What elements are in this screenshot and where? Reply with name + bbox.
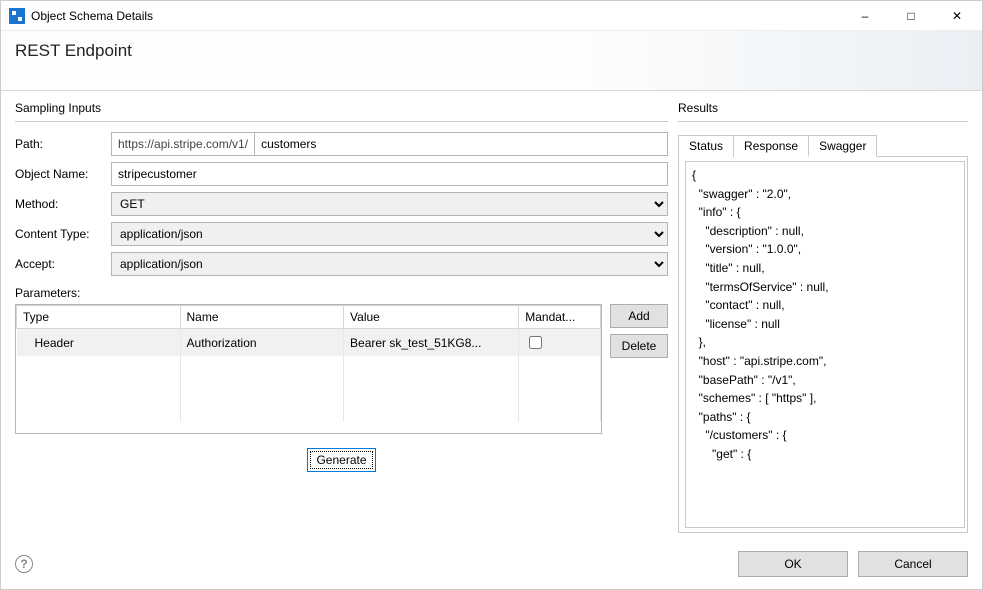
cell-name[interactable]: Authorization [180, 329, 344, 357]
dialog-footer: ? OK Cancel [1, 539, 982, 589]
maximize-button[interactable]: □ [888, 1, 934, 31]
window-title: Object Schema Details [31, 9, 842, 23]
method-label: Method: [15, 197, 111, 211]
results-body: { "swagger" : "2.0", "info" : { "descrip… [678, 157, 968, 533]
header-band: REST Endpoint [1, 31, 982, 91]
method-select[interactable]: GET [111, 192, 668, 216]
content-type-select[interactable]: application/json [111, 222, 668, 246]
sampling-group-label: Sampling Inputs [15, 101, 668, 122]
path-input[interactable] [254, 132, 668, 156]
accept-label: Accept: [15, 257, 111, 271]
delete-button[interactable]: Delete [610, 334, 668, 358]
table-row[interactable] [17, 356, 601, 378]
parameters-table[interactable]: Type Name Value Mandat... Header Authori… [15, 304, 602, 434]
table-row[interactable] [17, 378, 601, 400]
parameters-label: Parameters: [15, 286, 668, 300]
app-icon [9, 8, 25, 24]
cell-type[interactable]: Header [17, 329, 181, 357]
tab-swagger[interactable]: Swagger [808, 135, 877, 157]
col-value[interactable]: Value [344, 306, 519, 329]
mandatory-checkbox[interactable] [529, 336, 542, 349]
col-mandatory[interactable]: Mandat... [519, 306, 601, 329]
table-row[interactable] [17, 400, 601, 422]
generate-button[interactable]: Generate [307, 448, 375, 472]
accept-select[interactable]: application/json [111, 252, 668, 276]
path-prefix: https://api.stripe.com/v1/ [111, 132, 254, 156]
col-name[interactable]: Name [180, 306, 344, 329]
close-button[interactable]: ✕ [934, 1, 980, 31]
cancel-button[interactable]: Cancel [858, 551, 968, 577]
path-label: Path: [15, 137, 111, 151]
help-icon[interactable]: ? [15, 555, 33, 573]
title-bar: Object Schema Details – □ ✕ [1, 1, 982, 31]
tab-response[interactable]: Response [733, 135, 809, 157]
object-name-input[interactable] [111, 162, 668, 186]
results-group-label: Results [678, 101, 968, 122]
add-button[interactable]: Add [610, 304, 668, 328]
col-type[interactable]: Type [17, 306, 181, 329]
table-row[interactable]: Header Authorization Bearer sk_test_51KG… [17, 329, 601, 357]
results-tabs: Status Response Swagger [678, 134, 968, 157]
cell-mandatory[interactable] [519, 329, 601, 357]
cell-value[interactable]: Bearer sk_test_51KG8... [344, 329, 519, 357]
content-type-label: Content Type: [15, 227, 111, 241]
swagger-output[interactable]: { "swagger" : "2.0", "info" : { "descrip… [685, 161, 965, 528]
ok-button[interactable]: OK [738, 551, 848, 577]
object-name-label: Object Name: [15, 167, 111, 181]
tab-status[interactable]: Status [678, 135, 734, 157]
minimize-button[interactable]: – [842, 1, 888, 31]
page-title: REST Endpoint [15, 41, 968, 61]
